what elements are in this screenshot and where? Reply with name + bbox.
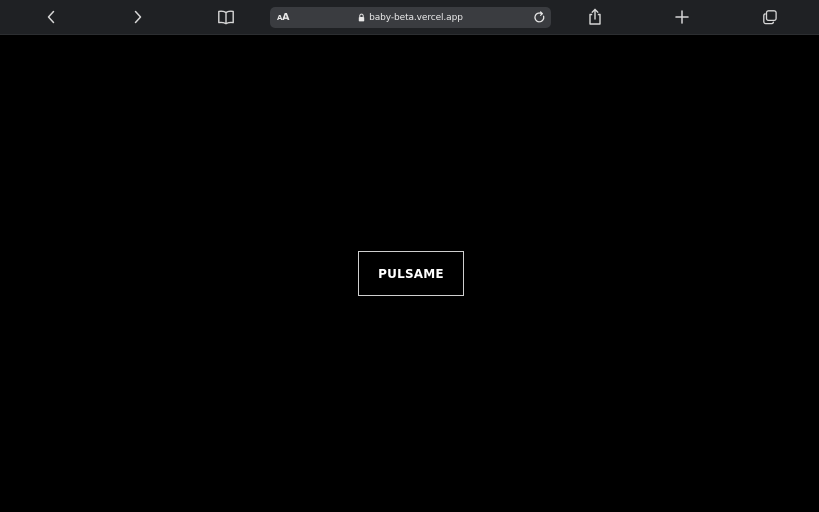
url-text: baby-beta.vercel.app	[369, 12, 463, 23]
pulsame-button[interactable]: PULSAME	[358, 251, 464, 296]
plus-icon	[675, 10, 689, 24]
reload-button[interactable]	[532, 10, 547, 25]
chevron-right-icon	[134, 10, 142, 24]
chevron-left-icon	[47, 10, 55, 24]
book-icon	[218, 10, 234, 25]
reload-icon	[534, 11, 545, 23]
new-tab-button[interactable]	[669, 5, 695, 29]
lock-icon	[358, 13, 365, 22]
tabs-overview-button[interactable]	[757, 5, 783, 29]
address-bar[interactable]: AA baby-beta.vercel.app	[270, 7, 551, 28]
page-content: PULSAME	[0, 35, 819, 512]
share-button[interactable]	[582, 5, 608, 29]
forward-button[interactable]	[125, 5, 151, 29]
bookmarks-button[interactable]	[213, 5, 239, 29]
tabs-icon	[763, 10, 777, 25]
url-display: baby-beta.vercel.app	[270, 7, 551, 28]
back-button[interactable]	[38, 5, 64, 29]
browser-toolbar: AA baby-beta.vercel.app	[0, 0, 819, 35]
share-icon	[589, 8, 601, 25]
